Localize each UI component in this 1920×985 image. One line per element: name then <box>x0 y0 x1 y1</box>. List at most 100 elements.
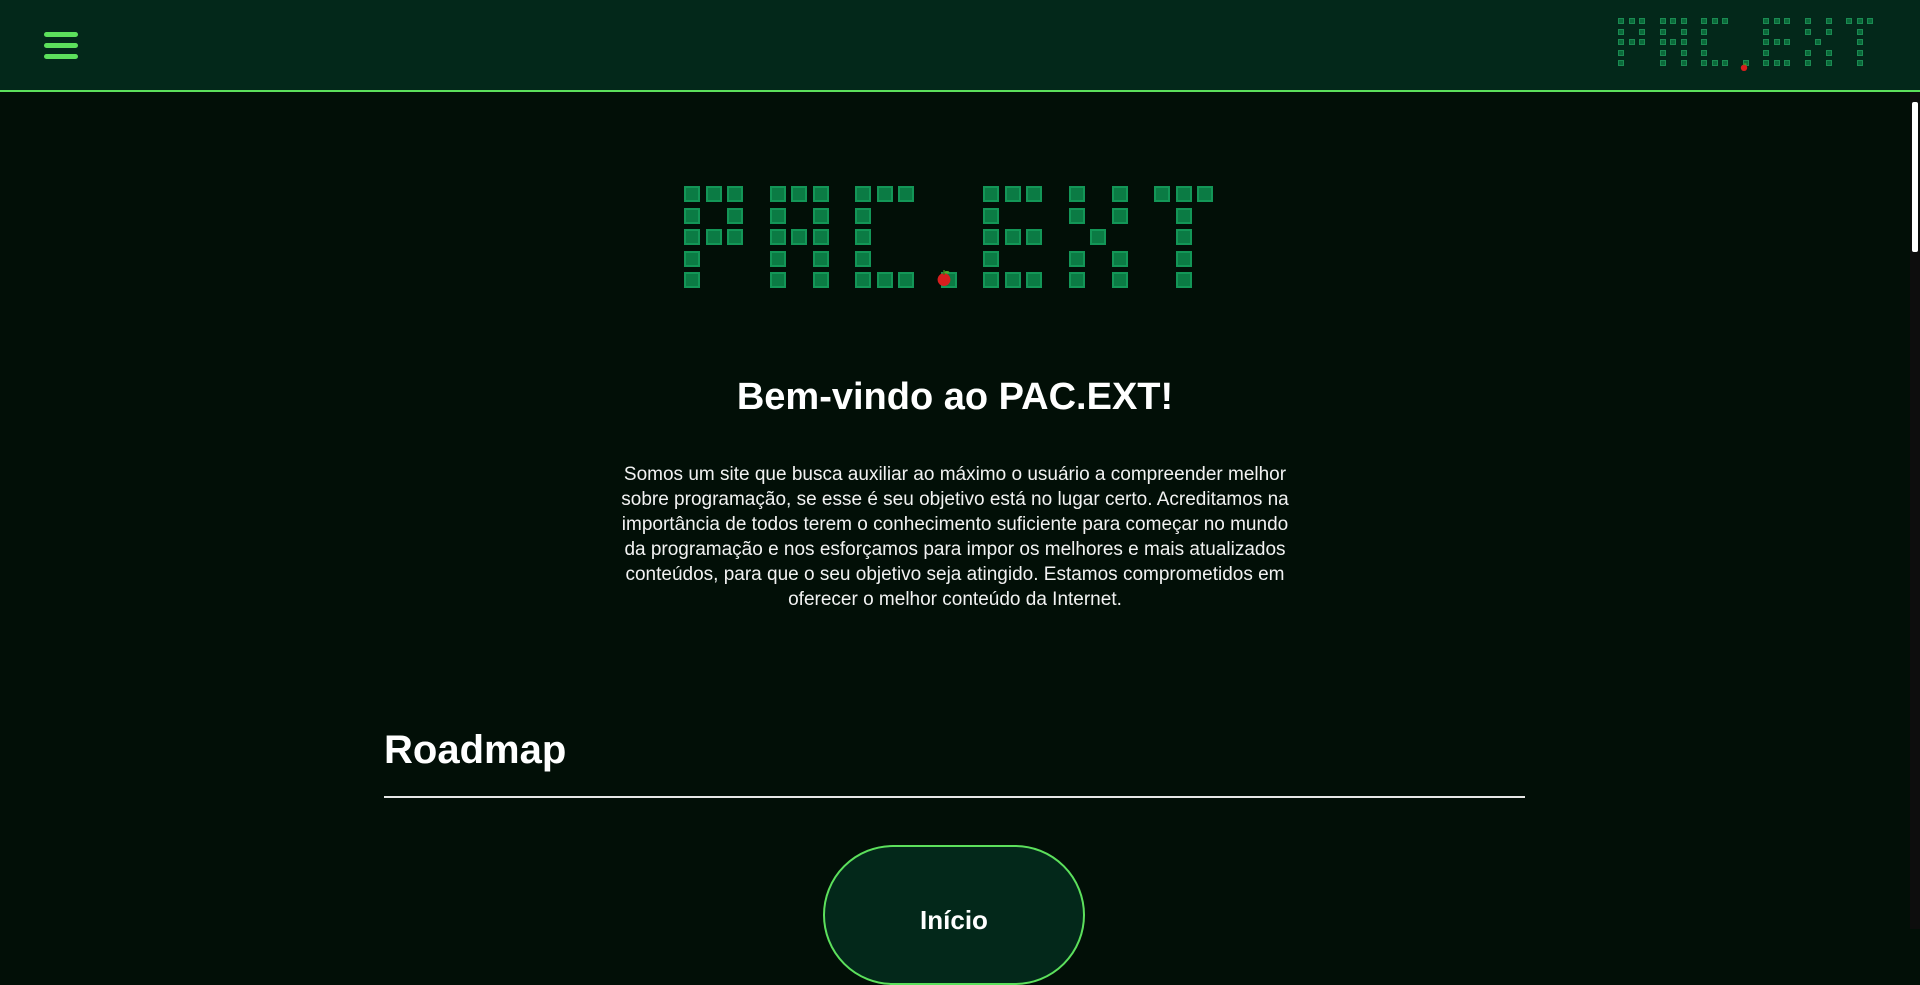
logo-pixel <box>1197 186 1213 202</box>
logo-pixel <box>1175 207 1192 224</box>
logo-pixel <box>1639 39 1645 45</box>
logo-pixel <box>1680 49 1687 56</box>
logo-pixel <box>1659 49 1666 56</box>
logo-pixel <box>1111 186 1128 202</box>
logo-pixel <box>1111 272 1128 288</box>
logo-pixel <box>1068 250 1085 267</box>
roadmap-start-label: Início <box>920 905 988 935</box>
top-navbar <box>0 0 1920 92</box>
logo-pixel <box>1618 49 1624 56</box>
logo-pixel <box>1701 28 1707 35</box>
logo-pixel <box>791 229 807 245</box>
logo-pixel <box>1856 39 1863 45</box>
logo-pixel <box>898 272 914 288</box>
logo-pixel <box>983 229 999 245</box>
logo-pixel <box>1867 18 1873 24</box>
logo-pixel <box>855 207 871 224</box>
logo-pixel <box>1068 207 1085 224</box>
logo-pixel <box>1111 207 1128 224</box>
logo-pixel <box>1680 39 1687 45</box>
logo-pixel <box>812 229 829 245</box>
logo-pixel <box>1701 18 1707 24</box>
logo-pixel <box>876 186 893 202</box>
logo-pixel <box>1670 39 1676 45</box>
logo-pixel <box>1825 49 1832 56</box>
logo-pixel <box>705 186 722 202</box>
logo-pixel <box>684 272 700 288</box>
logo-pixel <box>1846 18 1852 24</box>
logo-pixel <box>1856 18 1863 24</box>
logo-pixel <box>684 186 700 202</box>
logo-pixel <box>1175 229 1192 245</box>
logo-pixel <box>1711 60 1718 66</box>
logo-pixel <box>1004 272 1021 288</box>
logo-pixel <box>769 272 786 288</box>
logo-pixel <box>1815 39 1821 45</box>
logo-pixel <box>1618 18 1624 24</box>
logo-pixel <box>812 186 829 202</box>
logo-pixel <box>1804 60 1811 66</box>
logo-pixel <box>1659 60 1666 66</box>
logo-pixel <box>1111 250 1128 267</box>
logo-pixel <box>1659 28 1666 35</box>
logo-pixel <box>1701 39 1707 45</box>
logo-pixel <box>769 207 786 224</box>
roadmap-start-node[interactable]: Início <box>823 845 1085 985</box>
logo-pixel <box>684 250 700 267</box>
logo-pixel <box>1154 186 1170 202</box>
logo-pixel <box>812 207 829 224</box>
logo-pixel <box>1618 28 1624 35</box>
logo-pixel <box>1825 60 1832 66</box>
logo-pixel <box>727 186 743 202</box>
logo-pixel <box>1026 229 1042 245</box>
logo-pixel <box>1004 186 1021 202</box>
logo-pixel <box>1856 60 1863 66</box>
logo-pixel <box>1026 186 1042 202</box>
logo-pixel <box>1784 60 1790 66</box>
roadmap-divider <box>384 796 1525 798</box>
scrollbar-thumb[interactable] <box>1912 102 1918 252</box>
logo-pixel <box>1856 49 1863 56</box>
logo-pixel <box>1773 60 1780 66</box>
logo-pixel <box>1763 28 1769 35</box>
logo-pixel <box>876 272 893 288</box>
logo-pixel <box>1618 39 1624 45</box>
logo-pixel <box>684 207 700 224</box>
logo-pixel <box>1763 60 1769 66</box>
logo-pixel <box>727 229 743 245</box>
logo-pixel <box>1711 18 1718 24</box>
logo-pixel <box>1804 28 1811 35</box>
logo-pixel <box>855 186 871 202</box>
logo-pixel <box>1784 18 1790 24</box>
logo-pixel <box>1628 39 1635 45</box>
logo-pixel <box>983 207 999 224</box>
logo-pixel <box>684 229 700 245</box>
logo-pixel <box>1825 28 1832 35</box>
logo-pixel <box>1618 60 1624 66</box>
logo-pixel <box>1068 272 1085 288</box>
logo-pixel <box>1639 18 1645 24</box>
apple-icon <box>936 270 952 291</box>
logo-pixel <box>1763 39 1769 45</box>
logo-pixel <box>1680 28 1687 35</box>
logo-pixel <box>769 186 786 202</box>
logo-pixel <box>791 186 807 202</box>
logo-pixel <box>1763 18 1769 24</box>
logo-pixel <box>1068 186 1085 202</box>
welcome-title: Bem-vindo ao PAC.EXT! <box>736 376 1174 418</box>
logo-pixel <box>727 207 743 224</box>
logo-pixel <box>898 186 914 202</box>
hamburger-menu-icon[interactable] <box>44 30 80 62</box>
roadmap-title: Roadmap <box>384 728 567 772</box>
logo-pixel <box>1701 49 1707 56</box>
page-scrollbar[interactable] <box>1910 92 1920 929</box>
logo-pixel <box>983 272 999 288</box>
logo-pixel <box>705 229 722 245</box>
logo-pixel <box>1804 18 1811 24</box>
logo-pixel <box>1004 229 1021 245</box>
logo-pixel <box>983 250 999 267</box>
logo-pixel <box>1722 60 1728 66</box>
logo-pixel <box>1670 18 1676 24</box>
logo-pixel <box>855 272 871 288</box>
logo-pixel <box>1773 18 1780 24</box>
